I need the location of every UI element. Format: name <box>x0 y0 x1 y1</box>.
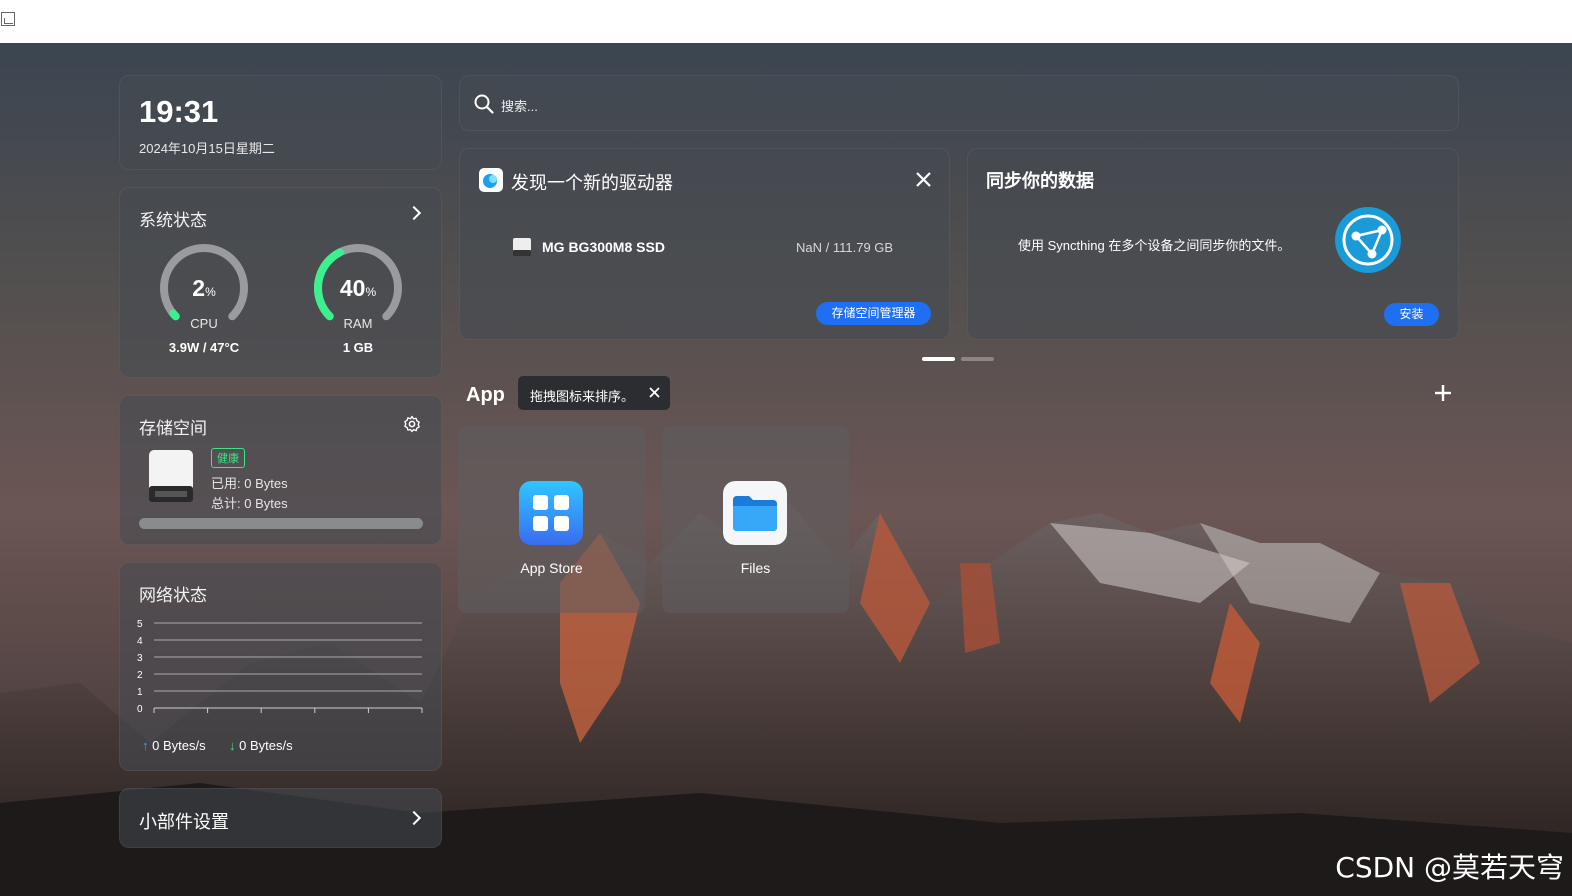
download-rate: ↓ 0 Bytes/s <box>229 738 293 753</box>
syncthing-logo-icon <box>1335 207 1401 273</box>
watermark: CSDN @莫若天穹 <box>1335 851 1564 884</box>
chevron-right-icon[interactable] <box>406 205 422 221</box>
reorder-tooltip-text: 拖拽图标来排序。 <box>530 389 635 404</box>
clock-time: 19:31 <box>139 94 219 129</box>
hard-drive-icon <box>149 450 193 502</box>
cpu-detail: 3.9W / 47°C <box>168 340 240 355</box>
app-tile-app-store[interactable]: App Store <box>458 426 645 613</box>
y-tick-label: 5 <box>137 619 143 630</box>
app-store-icon <box>519 481 583 545</box>
app-tile-files[interactable]: Files <box>662 426 849 613</box>
drive-name: MG BG300M8 SSD <box>542 239 665 255</box>
upload-arrow-icon: ↑ <box>142 738 149 753</box>
ram-label: RAM <box>343 316 373 331</box>
network-widget: 网络状态 5 4 3 2 1 0 ↑ 0 Bytes/s ↓ 0 Bytes/s <box>119 562 442 771</box>
cpu-gauge: 2% CPU 3.9W / 47°C <box>154 242 254 355</box>
folder-icon <box>723 481 787 545</box>
cpu-label: CPU <box>190 316 218 331</box>
chevron-right-icon <box>406 810 422 826</box>
broken-image-icon <box>1 12 15 26</box>
cpu-value: 2% <box>192 275 216 301</box>
download-value: 0 Bytes/s <box>239 738 293 753</box>
drive-notice-icon <box>479 168 503 192</box>
carousel-dot-active[interactable] <box>922 357 955 361</box>
storage-total: 总计: 0 Bytes <box>211 496 288 511</box>
system-status-widget[interactable]: 系统状态 2% CPU 3.9W / 47°C 40% RAM 1 GB <box>119 187 442 378</box>
drive-size: NaN / 111.79 GB <box>796 240 894 255</box>
y-tick-label: 4 <box>137 636 143 647</box>
download-arrow-icon: ↓ <box>229 738 236 753</box>
search-input[interactable]: 搜索... <box>501 96 538 115</box>
app-label: Files <box>740 560 771 576</box>
carousel-dot[interactable] <box>961 357 994 361</box>
y-tick-label: 2 <box>137 670 143 681</box>
app-label: App Store <box>520 560 583 576</box>
new-drive-title: 发现一个新的驱动器 <box>511 173 673 193</box>
clock-widget: 19:31 2024年10月15日星期二 <box>119 75 442 170</box>
storage-used: 已用: 0 Bytes <box>211 476 288 491</box>
settings-gear-icon[interactable] <box>403 415 421 433</box>
widget-settings-label: 小部件设置 <box>139 812 229 832</box>
y-tick-label: 3 <box>137 653 143 664</box>
ram-detail: 1 GB <box>342 340 374 355</box>
search-bar[interactable]: 搜索... <box>459 75 1459 131</box>
ram-gauge: 40% RAM 1 GB <box>308 242 408 355</box>
new-drive-card: 发现一个新的驱动器 MG BG300M8 SSD NaN / 111.79 GB… <box>459 148 950 340</box>
y-tick-label: 1 <box>137 687 143 698</box>
apps-heading: App <box>466 384 505 406</box>
search-icon <box>474 94 494 114</box>
y-tick-label: 0 <box>137 704 143 715</box>
sync-description: 使用 Syncthing 在多个设备之间同步你的文件。 <box>1018 238 1291 253</box>
clock-date: 2024年10月15日星期二 <box>139 141 275 156</box>
close-icon[interactable] <box>916 172 931 187</box>
storage-manager-button[interactable]: 存储空间管理器 <box>816 302 931 325</box>
reorder-tooltip: 拖拽图标来排序。 <box>518 376 670 410</box>
sync-title: 同步你的数据 <box>986 171 1094 191</box>
network-chart: 5 4 3 2 1 0 <box>137 619 423 715</box>
ssd-drive-icon <box>513 238 531 256</box>
health-badge: 健康 <box>211 448 245 468</box>
storage-widget: 存储空间 健康 已用: 0 Bytes 总计: 0 Bytes <box>119 395 442 545</box>
ram-value: 40% <box>339 275 377 301</box>
close-icon[interactable] <box>649 387 660 398</box>
upload-value: 0 Bytes/s <box>152 738 206 753</box>
add-app-icon[interactable] <box>1434 384 1452 402</box>
sync-card: 同步你的数据 使用 Syncthing 在多个设备之间同步你的文件。 安装 <box>967 148 1459 340</box>
upload-rate: ↑ 0 Bytes/s <box>142 738 206 753</box>
storage-usage-bar <box>139 518 423 529</box>
network-title: 网络状态 <box>139 586 207 605</box>
browser-top-strip <box>0 0 1572 43</box>
desktop: 19:31 2024年10月15日星期二 系统状态 2% CPU 3.9W / … <box>0 43 1572 896</box>
install-button[interactable]: 安装 <box>1384 303 1439 326</box>
system-status-title: 系统状态 <box>139 211 207 230</box>
widget-settings-button[interactable]: 小部件设置 <box>119 788 442 848</box>
storage-title: 存储空间 <box>139 419 207 438</box>
